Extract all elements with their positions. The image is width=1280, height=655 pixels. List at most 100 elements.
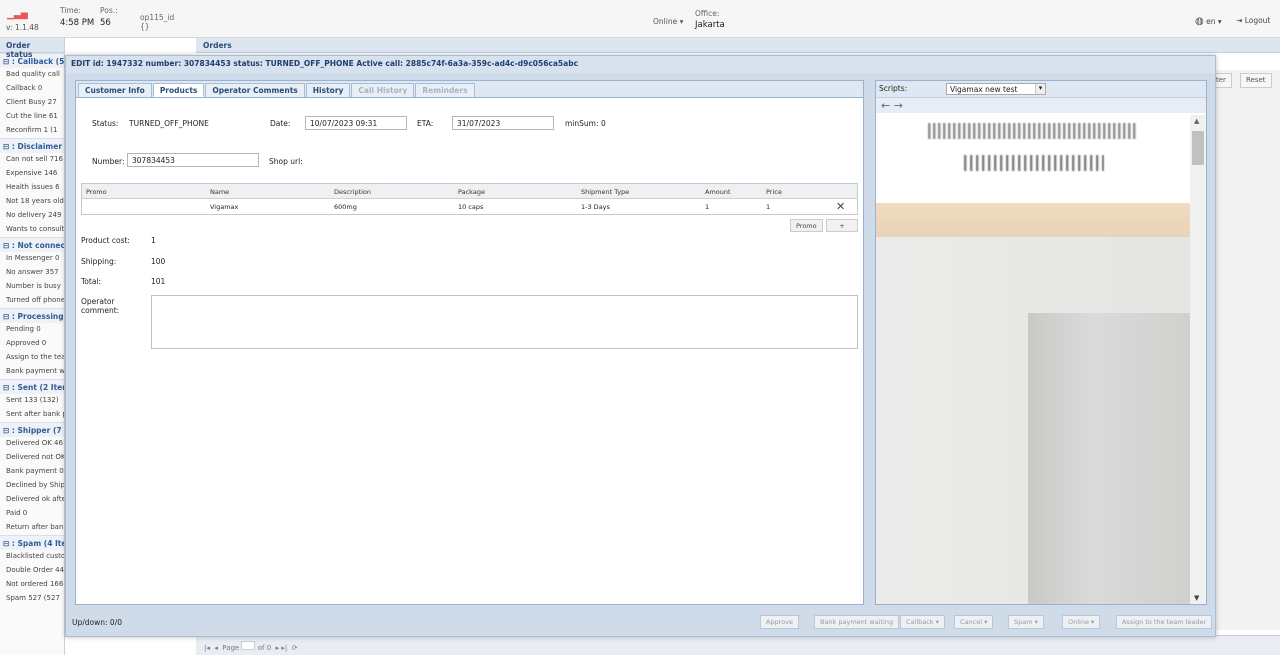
status-item[interactable]: Sent after bank p [0,408,64,422]
status-group-header[interactable]: ⊟ : Disclaimer ( [0,138,64,153]
vertical-scrollbar[interactable]: ▲ ▼ [1190,115,1206,604]
refresh-icon[interactable]: ⟳ [292,644,298,652]
table-header: Promo Name Description Package Shipment … [82,184,857,199]
bank-payment-waiting-button[interactable]: Bank payment waiting [814,615,900,629]
cell-shipment-type: 1-3 Days [581,203,610,211]
status-group-header[interactable]: ⊟ : Not connect [0,237,64,252]
order-status-header: Order status [0,38,64,59]
logout-button[interactable]: ⇥ Logout [1236,16,1270,25]
status-item[interactable]: Turned off phone [0,294,64,308]
tab-reminders: Reminders [415,83,475,97]
status-item[interactable]: Bad quality call [0,68,64,82]
status-label: Status: [92,119,119,128]
status-item[interactable]: In Messenger 0 [0,252,64,266]
status-item[interactable]: Number is busy [0,280,64,294]
cell-name: Vigamax [210,203,239,211]
spam-label: Spam [1014,618,1033,626]
tab-products[interactable]: Products [152,83,205,97]
promo-button[interactable]: Promo [790,219,823,232]
chevron-down-icon: ▾ [1091,618,1095,626]
status-group-header[interactable]: ⊟ : Processing ( [0,308,64,323]
status-item[interactable]: Expensive 146 [0,167,64,181]
status-item[interactable]: Can not sell 716 [0,153,64,167]
tab-operator-comments[interactable]: Operator Comments [205,83,305,97]
status-group-header[interactable]: ⊟ : Sent (2 Item [0,379,64,394]
cell-description: 600mg [334,203,357,211]
assign-team-leader-button[interactable]: Assign to the team leader [1116,615,1213,629]
status-item[interactable]: Delivered not OK [0,451,64,465]
status-item[interactable]: Health issues 6 [0,181,64,195]
online-button[interactable]: Online ▾ [1062,615,1101,629]
status-group-header[interactable]: ⊟ : Spam (4 Ite [0,535,64,550]
status-item[interactable]: Pending 0 [0,323,64,337]
status-item[interactable]: Reconfirm 1 (1 [0,124,64,138]
status-item[interactable]: Sent 133 (132) [0,394,64,408]
status-group-header[interactable]: ⊟ : Shipper (7 I [0,422,64,437]
status-dropdown[interactable]: Online ▾ [653,17,683,26]
order-panel: Customer Info Products Operator Comments Hi… [75,80,864,605]
eta-field[interactable]: 31/07/2023 [452,116,554,130]
status-item[interactable]: Delivered OK 46 [0,437,64,451]
logout-label: Logout [1244,16,1271,25]
reset-button[interactable]: Reset [1240,73,1272,88]
col-price: Price [766,188,782,196]
time-value: 4:58 PM [60,18,95,28]
next-page-icon[interactable]: ▸ [276,644,280,652]
status-item[interactable]: Spam 527 (527 [0,592,64,606]
tab-customer-info[interactable]: Customer Info [78,83,152,97]
status-item[interactable]: Bank payment 0 [0,465,64,479]
script-select[interactable]: Vigamax new test ▾ [946,83,1046,95]
chevron-down-icon: ▾ [679,17,684,26]
language-selector[interactable]: ◍ en ▾ [1195,16,1222,27]
status-item[interactable]: Assign to the team [0,351,64,365]
status-item[interactable]: Client Busy 27 [0,96,64,110]
status-item[interactable]: Wants to consult [0,223,64,237]
first-page-icon[interactable]: |◂ [204,644,210,652]
last-page-icon[interactable]: ▸| [281,644,287,652]
status-item[interactable]: Declined by Shipp [0,479,64,493]
status-item[interactable]: Cut the line 61 [0,110,64,124]
status-item[interactable]: No delivery 249 [0,209,64,223]
status-item[interactable]: Approved 0 [0,337,64,351]
prev-page-icon[interactable]: ◂ [214,644,218,652]
col-amount: Amount [705,188,731,196]
status-item[interactable]: Bank payment wa [0,365,64,379]
number-field[interactable]: 307834453 [127,153,259,167]
tab-history[interactable]: History [305,83,351,97]
status-item[interactable]: Callback 0 [0,82,64,96]
remove-icon[interactable]: ✕ [836,200,845,213]
page-input[interactable] [241,641,256,650]
back-arrow-icon[interactable]: ← [881,99,890,112]
cancel-button[interactable]: Cancel ▾ [954,615,994,629]
status-item[interactable]: Double Order 44 [0,564,64,578]
dialog-title: EDIT id: 1947332 number: 307834453 statu… [66,56,1215,73]
status-item[interactable]: Paid 0 [0,507,64,521]
scroll-down-icon[interactable]: ▼ [1194,594,1199,602]
status-item[interactable]: Not 18 years old [0,195,64,209]
spam-button[interactable]: Spam ▾ [1008,615,1044,629]
approve-button[interactable]: Approve [760,615,800,629]
shipping-value: 100 [151,257,166,266]
status-item[interactable]: Delivered ok after [0,493,64,507]
add-product-button[interactable]: + [826,219,858,232]
status-item[interactable]: Not ordered 166 [0,578,64,592]
status-item[interactable]: Blacklisted custom [0,550,64,564]
script-blurred-heading [928,123,1138,139]
pager: |◂ ◂ Page of 0 ▸ ▸| ⟳ [196,635,1280,655]
background-grid-area [1213,70,1280,630]
operator-comment-field[interactable] [151,295,858,349]
status-item[interactable]: No answer 357 [0,266,64,280]
scripts-label: Scripts: [879,84,908,93]
scroll-up-icon[interactable]: ▲ [1194,117,1199,125]
eta-label: ETA: [417,119,434,128]
col-package: Package [458,188,485,196]
scroll-thumb[interactable] [1192,131,1204,165]
pos-value: 56 [100,18,111,28]
callback-button[interactable]: Callback ▾ [900,615,945,629]
forward-arrow-icon[interactable]: → [894,99,903,112]
status-item[interactable]: Return after bank [0,521,64,535]
version-label: v: 1.1.48 [6,23,39,32]
scripts-panel: Scripts: Vigamax new test ▾ ← → ▲ ▼ [875,80,1207,605]
date-field[interactable]: 10/07/2023 09:31 [305,116,407,130]
table-row[interactable]: Vigamax 600mg 10 caps 1-3 Days 1 1 ✕ [82,199,857,214]
